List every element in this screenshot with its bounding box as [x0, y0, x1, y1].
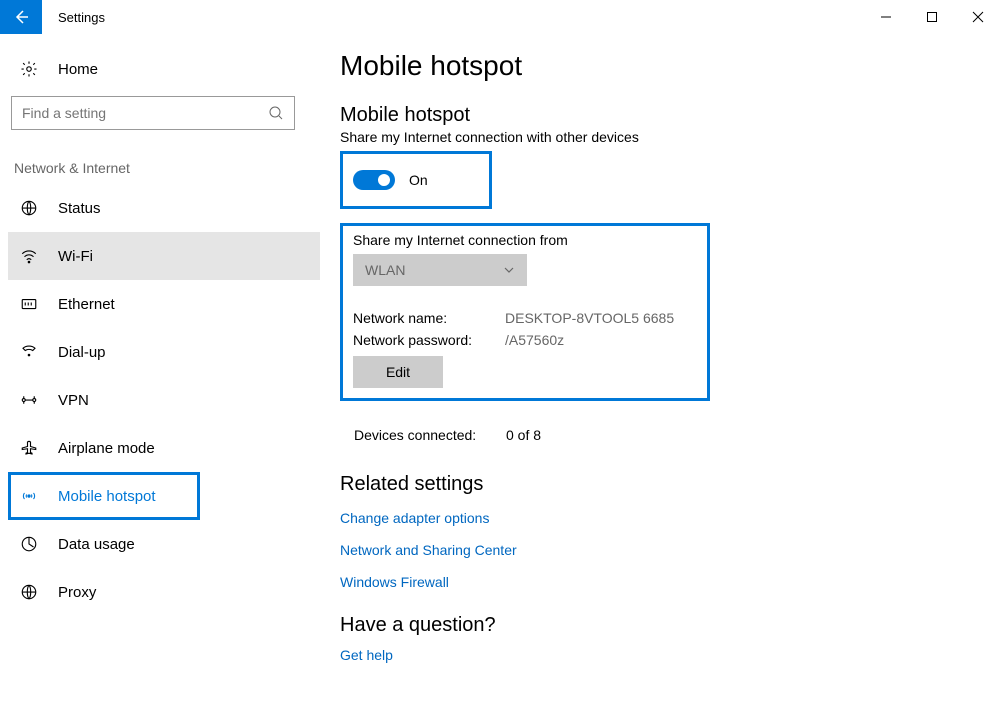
minimize-button[interactable]: [863, 0, 909, 34]
link-get-help[interactable]: Get help: [340, 647, 1001, 663]
back-button[interactable]: [0, 0, 42, 34]
devices-value: 0 of 8: [506, 427, 541, 443]
network-password-row: Network password: /A57560z: [353, 332, 697, 348]
question-heading: Have a question?: [340, 614, 1001, 637]
nav-data-usage[interactable]: Data usage: [8, 520, 320, 568]
nav-label: Status: [58, 200, 101, 217]
devices-connected-row: Devices connected: 0 of 8: [354, 427, 1001, 443]
share-from-dropdown[interactable]: WLAN: [353, 254, 527, 286]
nav-vpn[interactable]: VPN: [8, 376, 320, 424]
category-header: Network & Internet: [14, 160, 320, 176]
nav-label: Mobile hotspot: [58, 488, 156, 505]
status-icon: [18, 199, 40, 217]
related-heading: Related settings: [340, 473, 1001, 496]
share-from-highlight: Share my Internet connection from WLAN N…: [340, 223, 710, 401]
link-adapter-options[interactable]: Change adapter options: [340, 510, 1001, 526]
nav-label: Proxy: [58, 584, 96, 601]
maximize-button[interactable]: [909, 0, 955, 34]
window-controls: [863, 0, 1001, 34]
nav-ethernet[interactable]: Ethernet: [8, 280, 320, 328]
main-content: Mobile hotspot Mobile hotspot Share my I…: [320, 34, 1001, 723]
edit-button[interactable]: Edit: [353, 356, 443, 388]
nav-wifi[interactable]: Wi-Fi: [8, 232, 320, 280]
ethernet-icon: [18, 295, 40, 313]
toggle-knob: [378, 174, 390, 186]
airplane-icon: [18, 439, 40, 457]
wifi-icon: [18, 247, 40, 265]
home-nav[interactable]: Home: [8, 52, 320, 86]
nav-label: Data usage: [58, 536, 135, 553]
nav-label: Wi-Fi: [58, 248, 93, 265]
toggle-highlight: On: [340, 151, 492, 209]
link-network-sharing[interactable]: Network and Sharing Center: [340, 542, 1001, 558]
close-icon: [972, 11, 984, 23]
dialup-icon: [18, 343, 40, 361]
nav-label: Dial-up: [58, 344, 106, 361]
hotspot-heading: Mobile hotspot: [340, 104, 1001, 127]
gear-icon: [18, 60, 40, 78]
data-usage-icon: [18, 535, 40, 553]
proxy-icon: [18, 583, 40, 601]
question-section: Have a question? Get help: [340, 614, 1001, 663]
search-icon: [268, 105, 284, 121]
network-password-value: /A57560z: [505, 332, 564, 348]
dropdown-value: WLAN: [365, 262, 405, 278]
nav-label: Airplane mode: [58, 440, 155, 457]
vpn-icon: [18, 391, 40, 409]
close-button[interactable]: [955, 0, 1001, 34]
nav-dialup[interactable]: Dial-up: [8, 328, 320, 376]
nav-proxy[interactable]: Proxy: [8, 568, 320, 616]
search-box[interactable]: [11, 96, 295, 130]
share-from-label: Share my Internet connection from: [353, 232, 697, 248]
window-title: Settings: [58, 10, 105, 25]
nav-label: Ethernet: [58, 296, 115, 313]
maximize-icon: [926, 11, 938, 23]
nav-status[interactable]: Status: [8, 184, 320, 232]
related-settings: Related settings Change adapter options …: [340, 473, 1001, 590]
network-name-row: Network name: DESKTOP-8VTOOL5 6685: [353, 310, 697, 326]
network-name-value: DESKTOP-8VTOOL5 6685: [505, 310, 674, 326]
nav-airplane[interactable]: Airplane mode: [8, 424, 320, 472]
devices-label: Devices connected:: [354, 427, 506, 443]
search-input[interactable]: [22, 105, 262, 121]
hotspot-icon: [18, 487, 40, 505]
hotspot-toggle[interactable]: [353, 170, 395, 190]
home-label: Home: [58, 61, 98, 78]
arrow-left-icon: [13, 9, 29, 25]
titlebar: Settings: [0, 0, 1001, 34]
toggle-state-label: On: [409, 172, 428, 188]
page-title: Mobile hotspot: [340, 50, 1001, 82]
nav-mobile-hotspot[interactable]: Mobile hotspot: [8, 472, 200, 520]
network-password-label: Network password:: [353, 332, 505, 348]
link-windows-firewall[interactable]: Windows Firewall: [340, 574, 1001, 590]
network-name-label: Network name:: [353, 310, 505, 326]
sidebar: Home Network & Internet Status Wi-Fi Eth…: [0, 34, 320, 723]
nav-label: VPN: [58, 392, 89, 409]
share-description: Share my Internet connection with other …: [340, 129, 1001, 145]
minimize-icon: [880, 11, 892, 23]
chevron-down-icon: [503, 264, 515, 276]
